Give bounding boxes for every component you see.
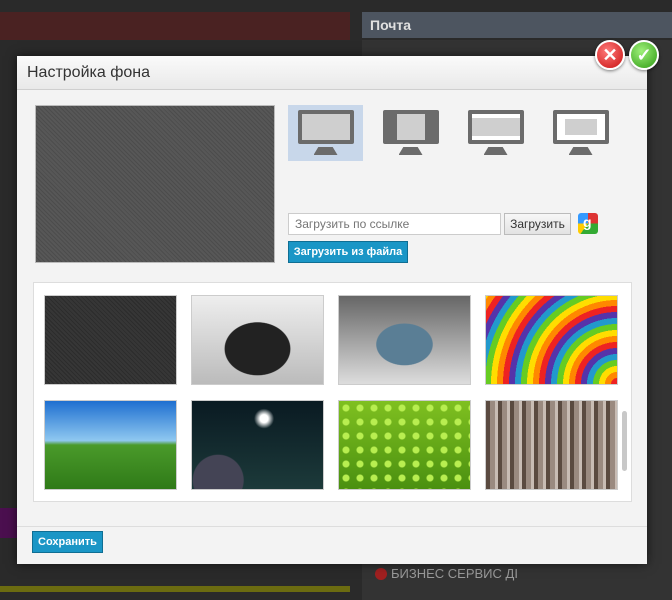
monitor-icon: [467, 110, 524, 156]
business-service-link[interactable]: БИЗНЕС СЕРВИС ДІ: [375, 566, 518, 581]
link-label: БИЗНЕС СЕРВИС ДІ: [391, 566, 518, 581]
monitor-icon: [382, 110, 439, 156]
thumbnail-rainbow-waves[interactable]: [485, 295, 618, 385]
dialog-title: Настройка фона: [17, 56, 647, 90]
thumbnail-green-water-drops[interactable]: [338, 400, 471, 490]
background-banner: [0, 12, 350, 40]
thumbnail-green-field-road[interactable]: [44, 400, 177, 490]
background-block: [0, 586, 350, 592]
monitor-icon: [297, 110, 354, 156]
mode-center[interactable]: [373, 105, 448, 161]
footer-divider: [17, 526, 647, 527]
monitor-icon: [552, 110, 609, 156]
load-url-button[interactable]: Загрузить: [504, 213, 571, 235]
gallery-scrollbar[interactable]: [622, 411, 627, 471]
mode-fit-width[interactable]: [458, 105, 533, 161]
mail-panel-title: Почта: [362, 12, 672, 38]
mode-tile[interactable]: [543, 105, 618, 161]
thumbnail-wood-stripes[interactable]: [485, 400, 618, 490]
google-letter: g: [583, 214, 592, 230]
confirm-check-icon[interactable]: ✓: [629, 40, 659, 70]
url-input[interactable]: [288, 213, 501, 235]
thumbnail-blue-convertible[interactable]: [338, 295, 471, 385]
mode-stretch[interactable]: [288, 105, 363, 161]
logo-icon: [375, 568, 387, 580]
save-button[interactable]: Сохранить: [32, 531, 103, 553]
wallpaper-gallery: [33, 282, 632, 502]
thumbnail-black-muscle-car[interactable]: [191, 295, 324, 385]
background-preview: [35, 105, 275, 263]
background-settings-dialog: Настройка фона Загрузить g Загрузить из …: [17, 56, 647, 564]
thumbnail-space-planets[interactable]: [191, 400, 324, 490]
close-icon[interactable]: ✕: [595, 40, 625, 70]
google-search-icon[interactable]: g: [578, 213, 598, 234]
thumbnail-dark-texture[interactable]: [44, 295, 177, 385]
upload-file-button[interactable]: Загрузить из файла: [288, 241, 408, 263]
